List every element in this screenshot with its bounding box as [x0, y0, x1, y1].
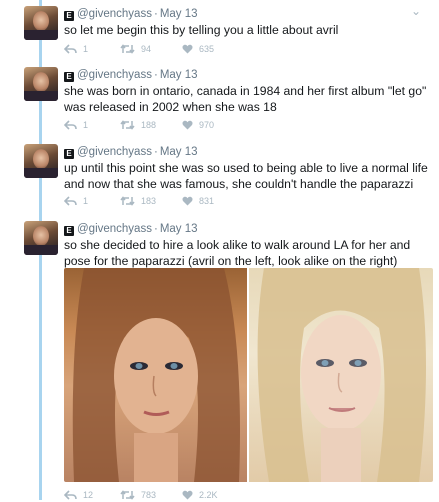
- user-handle[interactable]: @givenchyass: [77, 146, 152, 158]
- tweet-1[interactable]: E @givenchyass · May 13 ⌄ so let me begin t…: [0, 4, 439, 62]
- tweet-header: E @givenchyass · May 13: [64, 144, 429, 160]
- retweet-icon: [120, 119, 135, 130]
- avatar[interactable]: [24, 67, 58, 101]
- retweet-button[interactable]: 183: [120, 193, 156, 208]
- tweet-time[interactable]: May 13: [160, 223, 198, 235]
- badge-icon: E: [64, 149, 74, 159]
- photo-left-portrait[interactable]: [64, 268, 247, 482]
- photo-right-portrait[interactable]: [249, 268, 433, 482]
- reply-button[interactable]: 1: [63, 41, 88, 56]
- tweet-header: E @givenchyass · May 13: [64, 6, 429, 22]
- like-button[interactable]: 2.2K: [182, 487, 218, 502]
- tweet-actions: 1 94 635: [63, 41, 264, 56]
- tweet-time[interactable]: May 13: [160, 146, 198, 158]
- reply-button[interactable]: 12: [63, 487, 93, 502]
- retweet-icon: [120, 489, 135, 500]
- tweet-text: up until this point she was so used to b…: [64, 161, 428, 191]
- tweet-text: so let me begin this by telling you a li…: [64, 23, 339, 37]
- retweet-button[interactable]: 783: [120, 487, 156, 502]
- user-handle[interactable]: @givenchyass: [77, 8, 152, 20]
- heart-icon: [182, 490, 193, 500]
- like-button[interactable]: 970: [182, 117, 214, 132]
- reply-icon: [63, 196, 77, 206]
- reply-button[interactable]: 1: [63, 117, 88, 132]
- heart-icon: [182, 120, 193, 130]
- avatar[interactable]: [24, 221, 58, 255]
- avatar[interactable]: [24, 6, 58, 40]
- user-handle[interactable]: @givenchyass: [77, 69, 152, 81]
- tweet-text: so she decided to hire a look alike to w…: [64, 238, 411, 268]
- reply-icon: [63, 120, 77, 130]
- tweet-actions: 12 783 2.2K: [63, 487, 264, 502]
- tweet-header: E @givenchyass · May 13: [64, 67, 429, 83]
- heart-icon: [182, 196, 193, 206]
- tweet-actions: 1 188 970: [63, 117, 264, 132]
- tweet-time[interactable]: May 13: [160, 69, 198, 81]
- tweet-actions: 1 183 831: [63, 193, 264, 208]
- reply-icon: [63, 490, 77, 500]
- chevron-down-icon[interactable]: ⌄: [411, 4, 421, 18]
- tweet-time[interactable]: May 13: [160, 8, 198, 20]
- badge-icon: E: [64, 11, 74, 21]
- user-handle[interactable]: @givenchyass: [77, 223, 152, 235]
- reply-button[interactable]: 1: [63, 193, 88, 208]
- tweet-media[interactable]: [64, 268, 433, 482]
- avatar[interactable]: [24, 144, 58, 178]
- like-button[interactable]: 831: [182, 193, 214, 208]
- badge-icon: E: [64, 72, 74, 82]
- tweet-2[interactable]: E @givenchyass · May 13 she was born in ont…: [0, 67, 439, 137]
- retweet-icon: [120, 43, 135, 54]
- retweet-button[interactable]: 94: [120, 41, 151, 56]
- like-button[interactable]: 635: [182, 41, 214, 56]
- reply-icon: [63, 44, 77, 54]
- retweet-icon: [120, 195, 135, 206]
- portrait-left-illustration: [72, 268, 240, 482]
- badge-icon: E: [64, 226, 74, 236]
- retweet-button[interactable]: 188: [120, 117, 156, 132]
- tweet-header: E @givenchyass · May 13: [64, 221, 429, 237]
- heart-icon: [182, 44, 193, 54]
- tweet-text: she was born in ontario, canada in 1984 …: [64, 84, 427, 114]
- portrait-right-illustration: [257, 268, 426, 482]
- tweet-3[interactable]: E @givenchyass · May 13 up until this point…: [0, 144, 439, 212]
